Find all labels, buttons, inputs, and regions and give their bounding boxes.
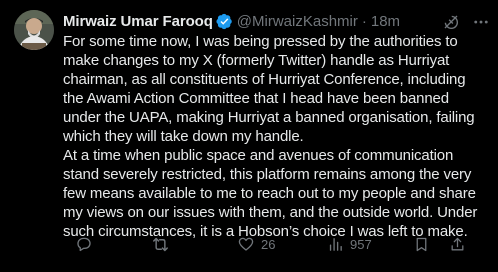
more-icon[interactable] <box>470 11 492 33</box>
author-display-name[interactable]: Mirwaiz Umar Farooq <box>63 13 213 30</box>
tweet-line: under the UAPA, making Hurriyat a banned… <box>63 109 475 126</box>
bookmark-button[interactable] <box>413 236 430 253</box>
author-handle[interactable]: @MirwaizKashmir <box>237 13 358 30</box>
tweet-text: For some time now, I was being pressed b… <box>63 32 483 241</box>
header-actions <box>432 11 492 33</box>
like-icon <box>238 237 254 251</box>
reply-icon <box>77 237 91 252</box>
verified-badge-icon[interactable] <box>216 13 233 30</box>
tweet-line: my views on our issues with them, and th… <box>63 204 478 221</box>
tweet-line: the Awami Action Committee that I head h… <box>63 90 449 107</box>
grok-icon[interactable] <box>440 11 462 33</box>
tweet-line: For some time now, I was being pressed b… <box>63 33 458 50</box>
tweet-line: stand severely restricted, this platform… <box>63 166 472 183</box>
tweet-line: which they will take down my handle. <box>63 128 304 145</box>
timestamp[interactable]: 18m <box>371 13 400 30</box>
view-count: 957 <box>350 236 372 252</box>
separator-dot: · <box>361 12 367 30</box>
tweet-line: few means available to me to reach out t… <box>63 185 476 202</box>
retweet-button[interactable] <box>151 235 176 254</box>
tweet-line: At a time when public space and avenues … <box>63 147 454 164</box>
tweet-line: chairman, as all constituents of Hurriya… <box>63 71 466 88</box>
tweet-line: make changes to my X (formerly Twitter) … <box>63 52 450 69</box>
views-button[interactable]: 957 <box>327 236 372 253</box>
share-button[interactable] <box>449 236 466 253</box>
reply-button[interactable] <box>75 235 99 253</box>
like-button[interactable]: 26 <box>237 235 275 253</box>
views-icon <box>329 237 342 251</box>
bookmark-icon <box>416 237 427 251</box>
like-count: 26 <box>261 236 276 252</box>
avatar[interactable] <box>14 10 54 50</box>
tweet-header: Mirwaiz Umar Farooq @MirwaizKashmir · 18… <box>63 11 488 31</box>
tweet-actions: 26 957 <box>63 234 482 254</box>
tweet[interactable]: Mirwaiz Umar Farooq @MirwaizKashmir · 18… <box>0 0 498 272</box>
share-icon <box>451 237 464 250</box>
retweet-icon <box>153 237 168 251</box>
